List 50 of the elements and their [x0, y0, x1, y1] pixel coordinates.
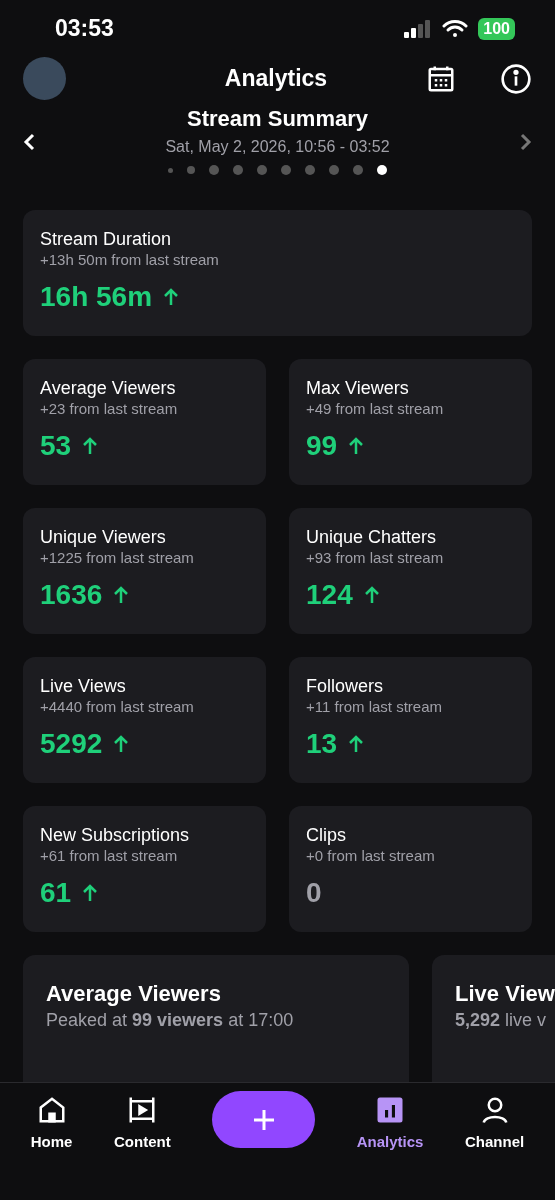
status-time: 03:53: [55, 14, 114, 44]
film-icon: [127, 1095, 158, 1125]
stat-label: Unique Chatters: [306, 526, 438, 549]
stat-value: 16h 56m: [40, 280, 153, 315]
stat-change: +23 from last stream: [40, 399, 179, 420]
stat-label: Average Viewers: [40, 377, 177, 400]
stat-value: 124: [306, 578, 353, 613]
summary-title: Stream Summary: [187, 105, 368, 134]
stat-value: 5292: [40, 727, 103, 762]
battery-indicator: 100: [478, 17, 515, 40]
stat-value: 53: [40, 429, 72, 464]
chevron-right-icon[interactable]: [519, 133, 533, 152]
chevron-left-icon[interactable]: [22, 133, 36, 152]
stat-label: Followers: [306, 675, 385, 698]
nav-tab[interactable]: Home: [30, 1091, 73, 1154]
plus-icon: [251, 1107, 276, 1132]
stat-change: +1225 from last stream: [40, 548, 195, 569]
info-icon[interactable]: [500, 62, 532, 95]
stat-change: +49 from last stream: [306, 399, 445, 420]
page-title: Analytics: [223, 64, 329, 94]
stat-label: Max Viewers: [306, 377, 410, 400]
stat-label: Unique Viewers: [40, 526, 167, 549]
stat-change: +4440 from last stream: [40, 697, 195, 718]
stat-label: Clips: [306, 824, 347, 847]
wifi-icon: [442, 18, 469, 39]
nav-tab[interactable]: Content: [114, 1091, 171, 1154]
stat-change: +0 from last stream: [306, 846, 436, 867]
stat-label: New Subscriptions: [40, 824, 191, 847]
stat-label: Stream Duration: [40, 228, 173, 251]
signal-icon: [404, 19, 433, 38]
stat-change: +13h 50m from last stream: [40, 250, 220, 271]
summary-date: Sat, May 2, 2026, 10:56 - 03:52: [165, 137, 390, 158]
stat-value: 13: [306, 727, 338, 762]
stat-value: 1636: [40, 578, 103, 613]
stat-label: Live Views: [40, 675, 127, 698]
create-button[interactable]: [212, 1091, 316, 1148]
nav-tab[interactable]: Channel: [465, 1091, 525, 1154]
stat-change: +11 from last stream: [306, 697, 444, 718]
stat-value: 0: [306, 876, 322, 911]
stat-value: 99: [306, 429, 338, 464]
stat-change: +61 from last stream: [40, 846, 179, 867]
chart-title: Live View: [455, 981, 555, 1008]
chart-title: Average Viewers: [46, 981, 222, 1008]
avatar-placeholder[interactable]: [23, 57, 66, 101]
stat-change: +93 from last stream: [306, 548, 445, 569]
chart-subtitle: Peaked at 99 viewers at 17:00: [46, 1009, 295, 1033]
nav-tab[interactable]: Analytics: [356, 1091, 424, 1154]
chart-subtitle: 5,292 live v: [455, 1009, 548, 1033]
bar-chart-icon: [375, 1095, 406, 1125]
stat-value: 61: [40, 876, 72, 911]
